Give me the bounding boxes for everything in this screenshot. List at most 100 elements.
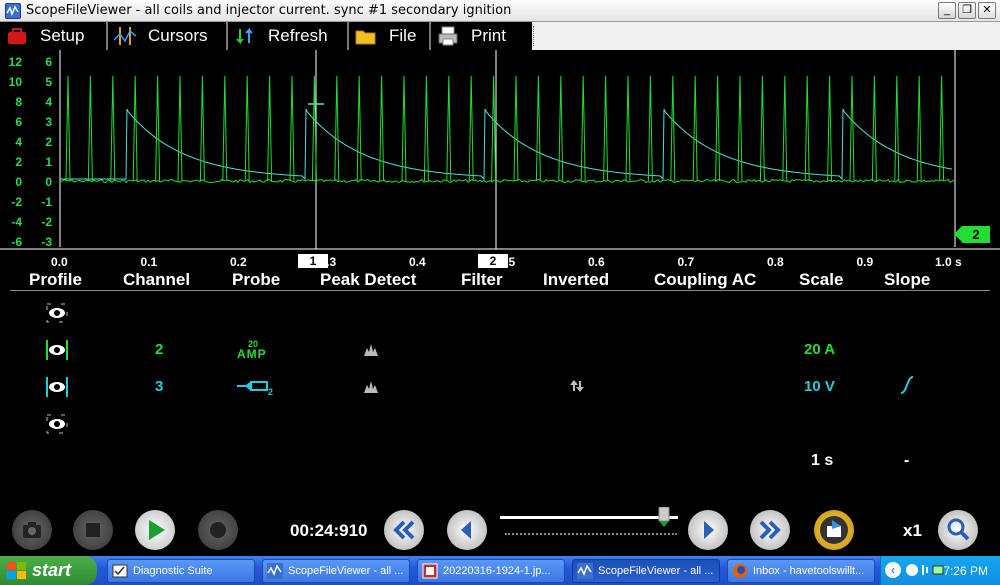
- play-icon: [149, 520, 165, 540]
- peak-detect-2-icon[interactable]: [364, 343, 378, 356]
- snapshot-button[interactable]: [12, 510, 52, 550]
- cursors-icon: [113, 26, 137, 46]
- header-coupling: Coupling AC: [654, 270, 757, 289]
- channel-2-marker[interactable]: 2: [954, 226, 990, 243]
- rising-slope-icon[interactable]: [900, 376, 914, 394]
- y-tick-outer: -4: [11, 215, 22, 229]
- row-3-scale[interactable]: 10 V: [804, 378, 835, 395]
- task-image-file[interactable]: 20220316-1924-1.jp...: [417, 559, 565, 583]
- task-label: ScopeFileViewer - all ...: [598, 565, 714, 577]
- zoom-level: x1: [903, 521, 922, 540]
- close-button[interactable]: ✕: [978, 2, 996, 19]
- y-tick-outer: -2: [11, 195, 22, 209]
- rewind-button[interactable]: [384, 510, 424, 550]
- ignition-spike: [580, 75, 586, 182]
- refresh-button[interactable]: Refresh: [228, 22, 349, 50]
- amp-probe-icon[interactable]: 20 AMP: [237, 339, 277, 361]
- ignition-spike: [916, 75, 922, 182]
- x-tick: 0.8: [767, 255, 784, 269]
- ignition-spike: [379, 75, 385, 182]
- cursor-2-flag[interactable]: 2: [478, 254, 508, 268]
- y-tick-inner: -1: [41, 195, 52, 209]
- profile-4-eye-icon[interactable]: [46, 414, 68, 434]
- image-icon: [422, 563, 438, 579]
- profile-2-eye-icon[interactable]: [46, 340, 68, 360]
- task-scopefileviewer-2[interactable]: ScopeFileViewer - all ...: [572, 559, 720, 583]
- ignition-spike: [603, 75, 609, 182]
- ignition-spike: [65, 75, 71, 182]
- peak-detect-3-icon[interactable]: [364, 380, 378, 393]
- ignition-spike: [155, 75, 161, 182]
- header-channel: Channel: [123, 270, 191, 289]
- tray-icons[interactable]: [905, 562, 945, 578]
- print-button[interactable]: Print: [431, 22, 532, 50]
- header-peak-detect: Peak Detect: [320, 270, 417, 289]
- y-tick-inner: 6: [45, 55, 52, 69]
- header-inverted: Inverted: [543, 270, 610, 289]
- row-2-scale[interactable]: 20 A: [804, 341, 835, 358]
- playback-slider-ticks: [505, 533, 677, 535]
- timebase-value[interactable]: 1 s: [811, 452, 833, 470]
- file-button[interactable]: File: [349, 22, 431, 50]
- task-inbox[interactable]: Inbox - havetoolswillt...: [727, 559, 875, 583]
- ignition-spike: [87, 75, 93, 182]
- y-tick-inner: -3: [41, 235, 52, 249]
- ignition-spike: [625, 75, 631, 182]
- profile-1-eye-icon[interactable]: [46, 303, 68, 323]
- row-3-channel[interactable]: 3: [155, 378, 163, 395]
- y-tick-outer: 0: [15, 175, 22, 189]
- playback-slider-thumb[interactable]: [658, 506, 670, 527]
- toolbar-grip: [533, 26, 536, 46]
- inverted-icon[interactable]: [569, 379, 585, 393]
- y-tick-outer: 4: [15, 135, 22, 149]
- ignition-spike: [289, 75, 295, 182]
- export-button[interactable]: [814, 510, 854, 550]
- header-slope: Slope: [884, 270, 931, 289]
- step-back-button[interactable]: [447, 510, 487, 550]
- task-label: Diagnostic Suite: [133, 565, 213, 577]
- task-diagnostic-suite[interactable]: Diagnostic Suite: [107, 559, 255, 583]
- step-back-icon: [461, 521, 471, 539]
- window-icon: [112, 563, 128, 579]
- export-icon: [820, 516, 848, 544]
- ignition-spike: [177, 75, 183, 182]
- fast-forward-button[interactable]: [750, 510, 790, 550]
- step-forward-button[interactable]: [688, 510, 728, 550]
- stop-button[interactable]: [73, 510, 113, 550]
- ignition-spike: [715, 75, 721, 182]
- cursors-button[interactable]: Cursors: [108, 22, 228, 50]
- cursor-1-flag[interactable]: 1: [298, 254, 328, 268]
- ignition-spike: [446, 75, 452, 182]
- restore-button[interactable]: ❐: [958, 2, 976, 19]
- tray-chevron-icon[interactable]: ‹: [885, 562, 901, 578]
- play-button[interactable]: [135, 510, 175, 550]
- ignition-spike: [647, 75, 653, 182]
- x-tick: 0.2: [230, 255, 247, 269]
- setup-button[interactable]: Setup: [0, 22, 108, 50]
- trigger-slope-value[interactable]: -: [904, 452, 909, 470]
- record-icon: [210, 522, 226, 538]
- record-button[interactable]: [198, 510, 238, 550]
- ignition-spike: [468, 75, 474, 182]
- ignition-spike: [334, 75, 340, 182]
- voltage-probe-icon[interactable]: 2: [237, 378, 277, 397]
- ignition-spike: [222, 75, 228, 182]
- setup-label: Setup: [40, 26, 85, 45]
- start-button[interactable]: start: [0, 556, 97, 585]
- zoom-button[interactable]: [938, 510, 978, 550]
- scope-display[interactable]: 12 10 8 6 4 2 0 -2 -4 -6 6 5 4 3 2 1 0 -1 -2 -3 0.0 0.1 0.2 0.…: [0, 50, 1000, 269]
- step-forward-icon: [704, 521, 714, 539]
- profile-3-eye-icon[interactable]: [46, 377, 68, 397]
- y-tick-outer: 6: [15, 115, 22, 129]
- printer-icon: [437, 26, 459, 46]
- y-tick-outer: -6: [11, 235, 22, 249]
- task-scopefileviewer-1[interactable]: ScopeFileViewer - all ...: [262, 559, 410, 583]
- ignition-spike: [356, 75, 362, 182]
- minimize-button[interactable]: _: [938, 2, 956, 19]
- ignition-spike: [110, 75, 116, 182]
- clock: 7:26 PM: [943, 564, 988, 578]
- firefox-icon: [732, 563, 748, 579]
- taskbar: start Diagnostic Suite ScopeFileViewer -…: [0, 556, 1000, 585]
- row-2-channel[interactable]: 2: [155, 341, 163, 358]
- playback-slider-track[interactable]: [500, 516, 678, 519]
